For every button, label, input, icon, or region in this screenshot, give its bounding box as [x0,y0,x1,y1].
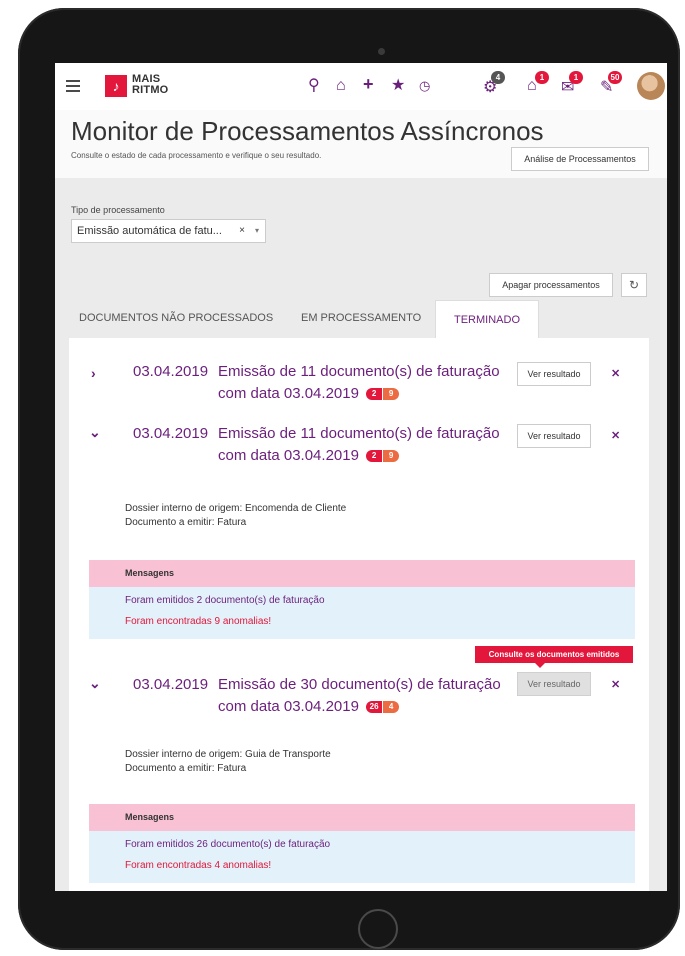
process-title: Emissão de 30 documento(s) de faturação … [218,675,518,717]
message-anomalies: Foram encontradas 4 anomalias! [125,860,272,871]
clock-icon[interactable]: ◷ [419,76,430,96]
process-title: Emissão de 11 documento(s) de faturação … [218,362,518,404]
home-icon[interactable]: ⌂ [336,76,346,96]
message-emitted: Foram emitidos 2 documento(s) de faturaç… [125,595,325,606]
process-details: Dossier interno de origem: Encomenda de … [125,502,346,530]
user-avatar[interactable] [637,72,665,100]
ver-resultado-button[interactable]: Ver resultado [517,672,591,696]
refresh-icon[interactable]: ↻ [621,273,647,297]
process-counts: 29 [366,382,400,402]
count-error-badge: 9 [383,388,400,400]
chevron-down-icon[interactable]: ▾ [255,220,259,242]
collapse-chevron-down-icon[interactable]: ⌄ [89,675,101,692]
chat-icon[interactable]: ✎ 50 [600,71,622,97]
process-title-text: Emissão de 11 documento(s) de faturação … [218,425,500,464]
document-type: Documento a emitir: Fatura [125,517,247,528]
logo-mark-icon: ♪ [105,75,127,97]
clear-selection-icon[interactable]: × [239,220,245,242]
count-ok-badge: 2 [366,450,383,462]
process-title: Emissão de 11 documento(s) de faturação … [218,424,518,466]
message-emitted: Foram emitidos 26 documento(s) de fatura… [125,839,331,850]
apagar-processamentos-button[interactable]: Apagar processamentos [489,273,613,297]
top-navigation-bar: ♪ MAIS RITMO ⚲ ⌂ + ★ ◷ ⚙ 4 ⌂ 1 ✉ 1 ✎ 50 [55,63,667,111]
logo-line-2: RITMO [132,84,169,96]
ver-resultado-button[interactable]: Ver resultado [517,362,591,386]
process-counts: 26 4 [366,695,400,715]
close-icon[interactable]: ✕ [611,678,620,691]
process-title-text: Emissão de 30 documento(s) de faturação … [218,676,501,715]
process-type-value: Emissão automática de fatu... [77,225,222,237]
process-title-text: Emissão de 11 documento(s) de faturação … [218,363,500,402]
expand-chevron-right-icon[interactable]: › [91,365,96,381]
count-ok-badge: 26 [366,701,383,713]
settings-gear-icon[interactable]: ⚙ 4 [483,71,505,97]
favorites-star-icon[interactable]: ★ [391,76,405,96]
close-icon[interactable]: ✕ [611,429,620,442]
chat-badge: 50 [608,71,622,84]
process-details: Dossier interno de origem: Guia de Trans… [125,748,331,776]
messages-header: Mensagens [89,804,635,831]
filter-label: Tipo de processamento [71,205,165,215]
box-icon[interactable]: ⌂ 1 [527,71,549,95]
tablet-frame: ♪ MAIS RITMO ⚲ ⌂ + ★ ◷ ⚙ 4 ⌂ 1 ✉ 1 ✎ 50 Moni… [18,8,680,950]
process-date: 03.04.2019 [133,676,209,693]
collapse-chevron-down-icon[interactable]: ⌄ [89,424,101,441]
messages-header: Mensagens [89,560,635,587]
mail-badge: 1 [569,71,583,84]
document-type: Documento a emitir: Fatura [125,763,247,774]
process-counts: 29 [366,444,400,464]
app-logo[interactable]: MAIS RITMO [132,74,168,96]
camera [378,48,385,55]
tab-terminado[interactable]: TERMINADO [435,300,539,339]
mail-icon[interactable]: ✉ 1 [561,71,583,97]
count-error-badge: 4 [383,701,400,713]
ver-resultado-button[interactable]: Ver resultado [517,424,591,448]
page-subtitle: Consulte o estado de cada processamento … [71,151,322,160]
box-badge: 1 [535,71,549,84]
tooltip: Consulte os documentos emitidos [475,646,633,668]
messages-body: Foram emitidos 26 documento(s) de fatura… [89,831,635,883]
menu-icon[interactable] [66,80,80,92]
page-title: Monitor de Processamentos Assíncronos [71,116,544,146]
tab-documentos-nao-processados[interactable]: DOCUMENTOS NÃO PROCESSADOS [79,312,273,324]
search-icon[interactable]: ⚲ [308,76,320,96]
settings-badge: 4 [491,71,505,84]
messages-body: Foram emitidos 2 documento(s) de faturaç… [89,587,635,639]
tab-em-processamento[interactable]: EM PROCESSAMENTO [301,312,421,324]
add-icon[interactable]: + [363,74,374,94]
results-panel: › 03.04.2019 Emissão de 11 documento(s) … [69,338,649,891]
count-ok-badge: 2 [366,388,383,400]
close-icon[interactable]: ✕ [611,367,620,380]
app-screen: ♪ MAIS RITMO ⚲ ⌂ + ★ ◷ ⚙ 4 ⌂ 1 ✉ 1 ✎ 50 Moni… [55,63,667,891]
count-error-badge: 9 [383,450,400,462]
origin-dossier: Dossier interno de origem: Encomenda de … [125,503,347,514]
analise-processamentos-button[interactable]: Análise de Processamentos [511,147,649,171]
message-anomalies: Foram encontradas 9 anomalias! [125,616,272,627]
home-button[interactable] [358,909,398,949]
process-date: 03.04.2019 [133,425,209,442]
process-type-select[interactable]: Emissão automática de fatu... × ▾ [71,219,266,243]
origin-dossier: Dossier interno de origem: Guia de Trans… [125,749,331,760]
process-date: 03.04.2019 [133,363,209,380]
